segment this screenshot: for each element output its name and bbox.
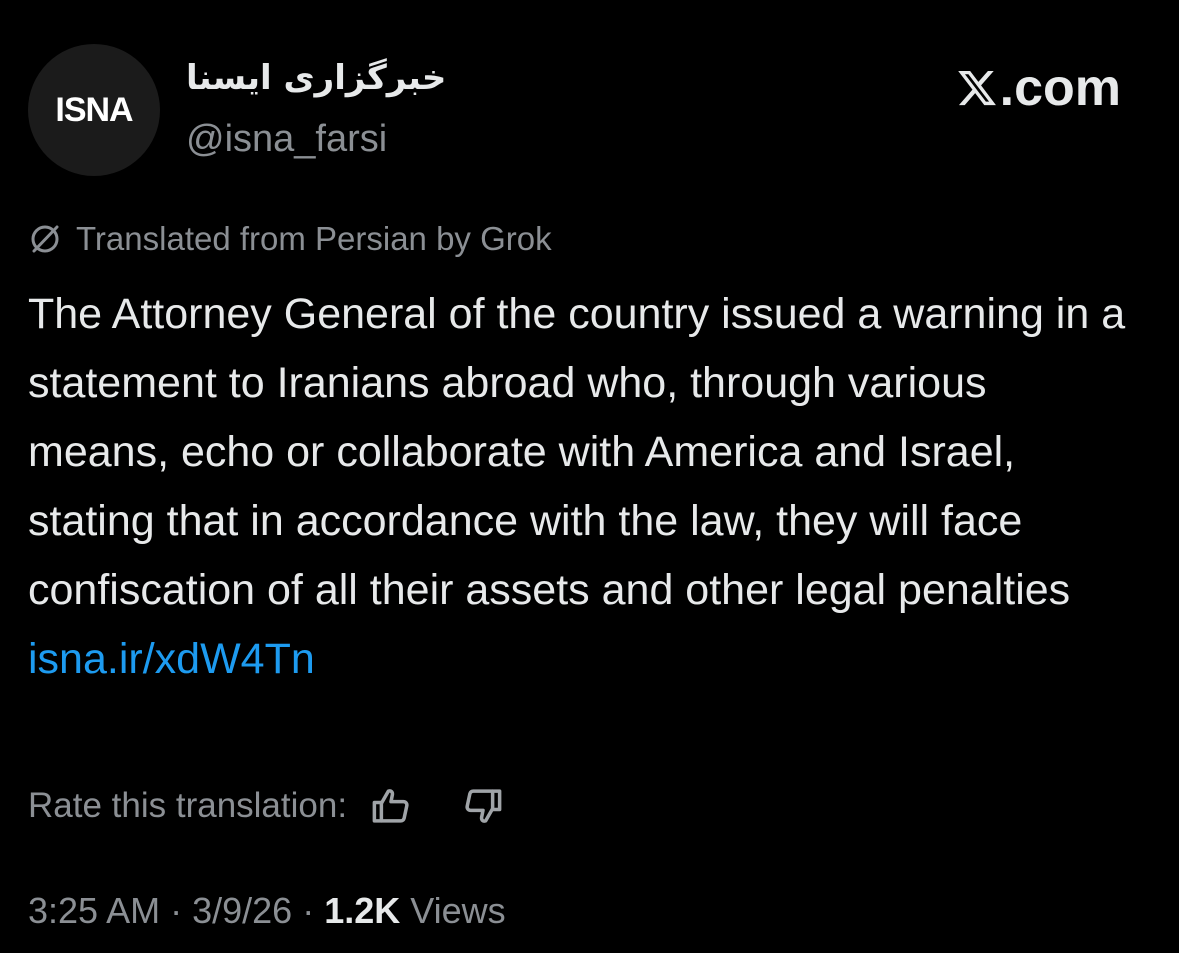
thumbs-down-button[interactable] xyxy=(461,784,505,828)
avatar[interactable]: ISNA xyxy=(28,44,160,176)
meta-separator: · xyxy=(170,890,183,931)
tweet-metadata: 3:25 AM · 3/9/26 · 1.2K Views xyxy=(28,890,506,932)
meta-separator: · xyxy=(302,890,315,931)
translation-notice: Translated from Persian by Grok xyxy=(28,220,552,258)
avatar-logo-text: ISNA xyxy=(55,90,133,129)
x-com-watermark: .com xyxy=(956,58,1121,118)
thumbs-down-icon xyxy=(465,789,502,823)
rate-translation-row: Rate this translation: xyxy=(28,784,505,828)
views-label: Views xyxy=(410,890,506,931)
x-logo-icon xyxy=(957,70,996,106)
tweet-text: The Attorney General of the country issu… xyxy=(28,280,1138,694)
thumbs-up-icon xyxy=(372,789,409,823)
thumbs-up-button[interactable] xyxy=(369,784,413,828)
translation-notice-text: Translated from Persian by Grok xyxy=(76,220,552,257)
brand-domain-text: .com xyxy=(999,59,1121,117)
rate-translation-label: Rate this translation: xyxy=(28,786,348,825)
tweet-date[interactable]: 3/9/26 xyxy=(192,890,292,932)
grok-icon xyxy=(31,225,59,253)
tweet-body-text: The Attorney General of the country issu… xyxy=(28,290,1126,614)
author-display-name[interactable]: خبرگزاری ایسنا xyxy=(186,58,446,98)
tweet-link[interactable]: isna.ir/xdW4Tn xyxy=(28,625,1138,694)
tweet-time[interactable]: 3:25 AM xyxy=(28,890,160,932)
views-count: 1.2K xyxy=(324,890,401,931)
author-handle[interactable]: @isna_farsi xyxy=(186,118,387,161)
